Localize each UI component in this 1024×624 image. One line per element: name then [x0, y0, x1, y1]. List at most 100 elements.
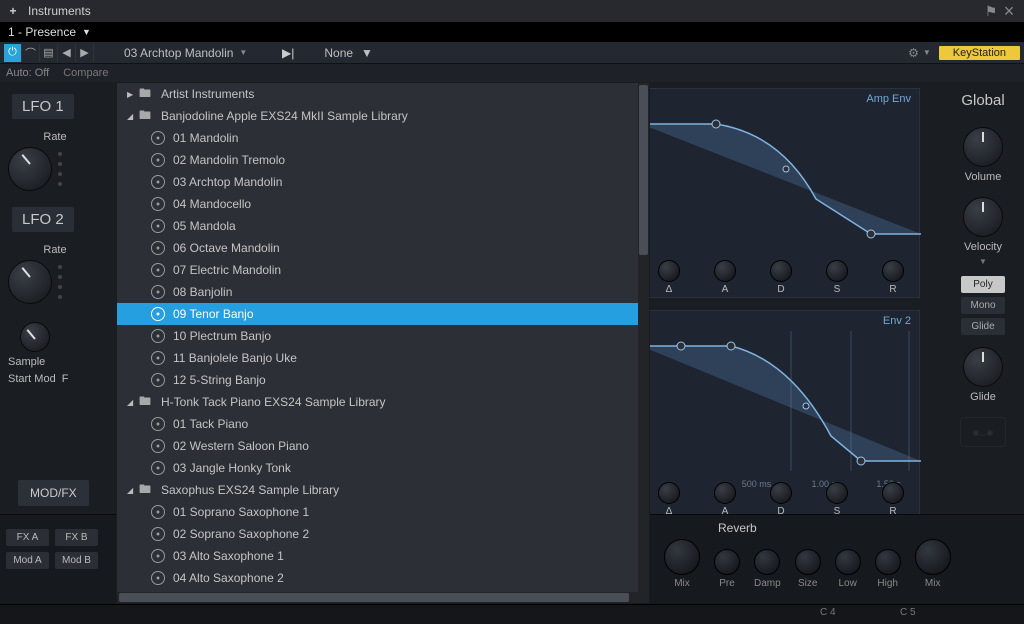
automation-toggle[interactable]: Auto: Off — [6, 67, 49, 79]
fxb-button[interactable]: FX B — [55, 529, 98, 546]
tree-preset-item[interactable]: 01 Soprano Saxophone 1 — [117, 501, 649, 523]
preset-icon — [151, 241, 165, 255]
tree-preset-item[interactable]: 10 Plectrum Banjo — [117, 325, 649, 347]
poly-button[interactable]: Poly — [961, 276, 1005, 293]
tree-preset-item[interactable]: 09 Tenor Banjo — [117, 303, 649, 325]
reverb-pre-knob[interactable] — [714, 549, 740, 575]
env2-delta-knob[interactable] — [658, 482, 680, 504]
tree-folder[interactable]: ▶🖿Artist Instruments — [117, 83, 649, 105]
reverb-mix-knob[interactable] — [664, 539, 700, 575]
lfo1-shape-dots[interactable] — [58, 152, 62, 186]
rate-label: Rate — [8, 244, 102, 256]
preset-dropdown[interactable]: 03 Archtop Mandolin ▼ — [124, 46, 264, 60]
tree-preset-item[interactable]: 05 Mandola — [117, 215, 649, 237]
scrollbar-thumb[interactable] — [639, 85, 648, 255]
reverb-title: Reverb — [718, 521, 994, 535]
reverb-low-knob[interactable] — [835, 549, 861, 575]
env-attack-knob[interactable] — [714, 260, 736, 282]
preset-icon — [151, 461, 165, 475]
tree-preset-item[interactable]: 04 Mandocello — [117, 193, 649, 215]
secondary-dropdown[interactable]: None ▼ — [324, 46, 394, 60]
env2-release-knob[interactable] — [882, 482, 904, 504]
tree-item-label: 05 Mandola — [173, 219, 236, 233]
velocity-knob[interactable] — [963, 197, 1003, 237]
fxa-button[interactable]: FX A — [6, 529, 49, 546]
moda-button[interactable]: Mod A — [6, 552, 49, 569]
tree-preset-item[interactable]: 12 5-String Banjo — [117, 369, 649, 391]
reverb-size-knob[interactable] — [795, 549, 821, 575]
preset-icon — [151, 417, 165, 431]
tree-preset-item[interactable]: 03 Archtop Mandolin — [117, 171, 649, 193]
track-selector[interactable]: 1 - Presence ▼ — [0, 22, 1024, 42]
keyboard-ruler[interactable]: C 4 C 5 — [0, 604, 1024, 624]
vertical-scrollbar[interactable] — [638, 83, 649, 593]
env2-attack-knob[interactable] — [714, 482, 736, 504]
tree-item-label: 08 Banjolin — [173, 285, 232, 299]
skip-button[interactable]: ▶| — [282, 46, 294, 60]
tree-preset-item[interactable]: 08 Banjolin — [117, 281, 649, 303]
tree-item-label: 10 Plectrum Banjo — [173, 329, 271, 343]
lock-icon[interactable]: ⌒ — [22, 44, 40, 62]
preset-icon — [151, 329, 165, 343]
tree-preset-item[interactable]: 02 Mandolin Tremolo — [117, 149, 649, 171]
reverb-damp-knob[interactable] — [754, 549, 780, 575]
tree-item-label: 03 Jangle Honky Tonk — [173, 461, 291, 475]
env2-title: Env 2 — [883, 315, 911, 327]
modfx-tab[interactable]: MOD/FX — [18, 480, 89, 506]
midi-device-badge[interactable]: KeyStation — [939, 46, 1020, 60]
glide-button[interactable]: Glide — [961, 318, 1005, 335]
tree-arrow-icon: ◢ — [127, 486, 139, 495]
tree-item-label: 02 Mandolin Tremolo — [173, 153, 285, 167]
scrollbar-thumb[interactable] — [119, 593, 629, 602]
horizontal-scrollbar[interactable] — [117, 592, 649, 603]
compare-button[interactable]: Compare — [63, 67, 108, 79]
preset-icon — [151, 571, 165, 585]
tree-folder[interactable]: ◢🖿Saxophus EXS24 Sample Library — [117, 479, 649, 501]
tree-preset-item[interactable]: 01 Mandolin — [117, 127, 649, 149]
tree-preset-item[interactable]: 03 Jangle Honky Tonk — [117, 457, 649, 479]
lfo2-rate-knob[interactable] — [8, 260, 52, 304]
glide-knob[interactable] — [963, 347, 1003, 387]
page-icon[interactable]: ▤ — [40, 44, 58, 62]
lfo2-shape-dots[interactable] — [58, 265, 62, 299]
reverb-high-knob[interactable] — [875, 549, 901, 575]
octave-c4: C 4 — [820, 607, 836, 618]
power-button[interactable]: ⏻ — [4, 44, 22, 62]
close-icon[interactable]: × — [1000, 4, 1018, 18]
mono-button[interactable]: Mono — [961, 297, 1005, 314]
sample-start-knob[interactable] — [20, 322, 50, 352]
tree-folder[interactable]: ◢🖿H-Tonk Tack Piano EXS24 Sample Library — [117, 391, 649, 413]
env-sustain-knob[interactable] — [826, 260, 848, 282]
env2-sustain-knob[interactable] — [826, 482, 848, 504]
tree-preset-item[interactable]: 03 Alto Saxophone 1 — [117, 545, 649, 567]
pin-icon[interactable]: ⚑ — [982, 3, 1000, 20]
lfo1-rate-knob[interactable] — [8, 147, 52, 191]
tree-preset-item[interactable]: 07 Electric Mandolin — [117, 259, 649, 281]
reverb-outmix-knob[interactable] — [915, 539, 951, 575]
volume-knob[interactable] — [963, 127, 1003, 167]
chevron-down-icon: ▼ — [361, 46, 373, 60]
prev-preset-button[interactable]: ◀ — [58, 44, 76, 62]
tree-preset-item[interactable]: 06 Octave Mandolin — [117, 237, 649, 259]
modb-button[interactable]: Mod B — [55, 552, 98, 569]
env-decay-knob[interactable] — [770, 260, 792, 282]
tree-preset-item[interactable]: 01 Tack Piano — [117, 413, 649, 435]
tree-item-label: 03 Alto Saxophone 1 — [173, 549, 284, 563]
preset-icon — [151, 527, 165, 541]
global-title: Global — [948, 92, 1018, 109]
tree-preset-item[interactable]: 11 Banjolele Banjo Uke — [117, 347, 649, 369]
fx-slot-buttons: FX A FX B Mod A Mod B — [0, 515, 104, 604]
env-release-knob[interactable] — [882, 260, 904, 282]
tree-preset-item[interactable]: 02 Soprano Saxophone 2 — [117, 523, 649, 545]
add-instrument-button[interactable]: + — [6, 4, 20, 18]
preset-icon — [151, 219, 165, 233]
amp-env-curve[interactable] — [641, 109, 921, 249]
next-preset-button[interactable]: ▶ — [76, 44, 94, 62]
env-delta-knob[interactable] — [658, 260, 680, 282]
tree-preset-item[interactable]: 04 Alto Saxophone 2 — [117, 567, 649, 589]
gear-icon[interactable]: ⚙ — [908, 46, 919, 60]
tree-preset-item[interactable]: 02 Western Saloon Piano — [117, 435, 649, 457]
env2-curve[interactable] — [641, 331, 921, 471]
tree-folder[interactable]: ◢🖿Banjodoline Apple EXS24 MkII Sample Li… — [117, 105, 649, 127]
env2-decay-knob[interactable] — [770, 482, 792, 504]
